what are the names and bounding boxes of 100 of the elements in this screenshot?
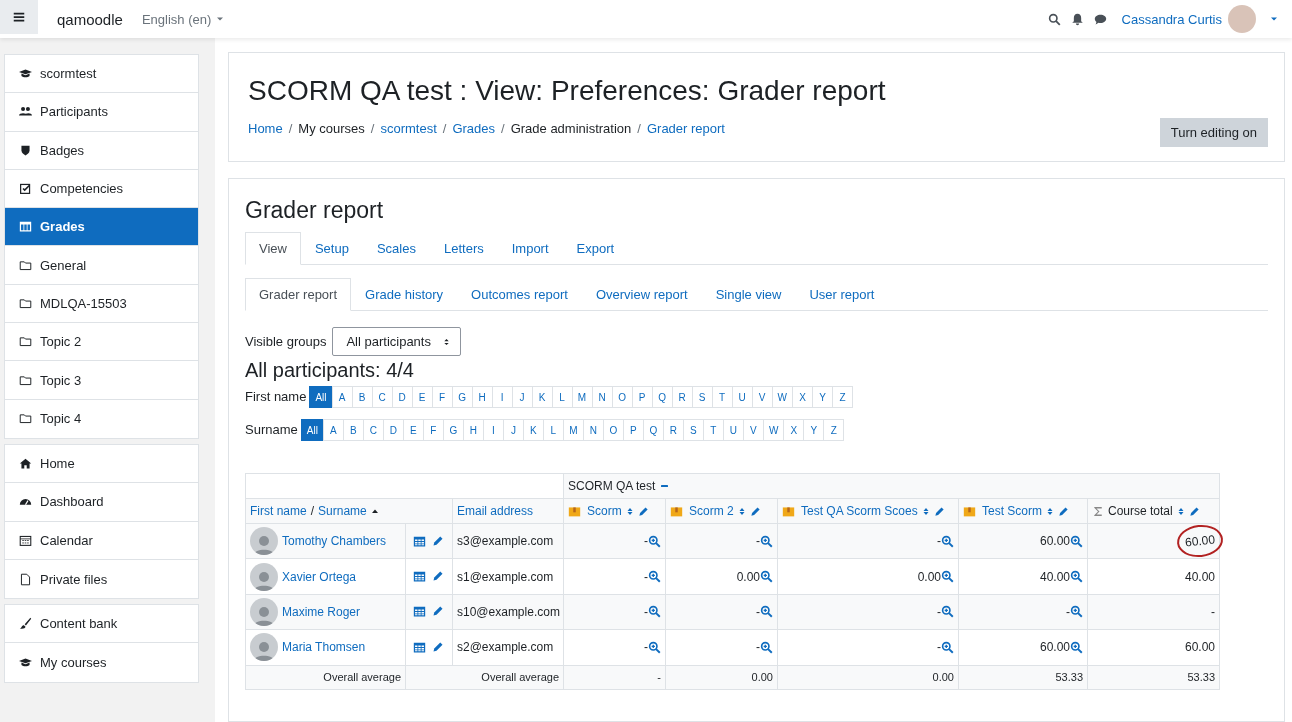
chat-icon[interactable] [1093, 12, 1107, 26]
initial-link[interactable]: Q [651, 386, 673, 408]
initial-link[interactable]: T [702, 419, 724, 441]
tab[interactable]: Grade history [351, 278, 458, 311]
zoom-in-icon[interactable] [941, 605, 954, 619]
tab[interactable]: Letters [429, 232, 498, 265]
initial-link[interactable]: X [792, 386, 813, 408]
menu-button[interactable] [0, 0, 38, 34]
initial-link[interactable]: S [691, 386, 713, 408]
zoom-in-icon[interactable] [1070, 640, 1083, 654]
zoom-in-icon[interactable] [648, 570, 661, 584]
sidebar-item[interactable]: Participants [5, 93, 198, 132]
initial-link[interactable]: Y [812, 386, 833, 408]
tab[interactable]: Outcomes report [457, 278, 582, 311]
initial-link[interactable]: C [362, 419, 384, 441]
pencil-icon[interactable] [432, 605, 444, 618]
initial-link[interactable]: P [631, 386, 653, 408]
turn-editing-on-button[interactable]: Turn editing on [1159, 118, 1268, 147]
initial-link[interactable]: K [522, 419, 544, 441]
initial-link[interactable]: F [431, 386, 453, 408]
tab[interactable]: Single view [701, 278, 796, 311]
initial-link[interactable]: F [422, 419, 444, 441]
initial-link[interactable]: U [731, 386, 753, 408]
zoom-in-icon[interactable] [760, 640, 773, 654]
initial-link[interactable]: X [783, 419, 805, 441]
initial-link[interactable]: Z [823, 419, 845, 441]
initial-link[interactable]: S [682, 419, 704, 441]
sort-link[interactable]: Surname [318, 504, 367, 518]
sidebar-item[interactable]: Badges [5, 131, 198, 170]
sidebar-item[interactable]: Home [5, 444, 198, 484]
table-icon[interactable] [413, 570, 426, 584]
sidebar-item[interactable]: Topic 3 [5, 361, 198, 400]
bell-icon[interactable] [1070, 12, 1084, 26]
pencil-icon[interactable] [933, 505, 945, 517]
pencil-icon[interactable] [432, 640, 444, 653]
user-name-link[interactable]: Xavier Ortega [282, 569, 357, 584]
zoom-in-icon[interactable] [648, 605, 661, 619]
initial-link[interactable]: D [382, 419, 404, 441]
sidebar-item[interactable]: Topic 2 [5, 323, 198, 362]
pencil-icon[interactable] [432, 570, 444, 583]
zoom-in-icon[interactable] [760, 534, 773, 548]
tab[interactable]: Overview report [581, 278, 702, 311]
initial-link[interactable]: O [611, 386, 633, 408]
tab[interactable]: View [245, 232, 301, 265]
initial-link[interactable]: R [662, 419, 684, 441]
caret-icon[interactable] [1270, 15, 1278, 23]
initial-link[interactable]: R [671, 386, 693, 408]
initial-link[interactable]: W [762, 419, 785, 441]
initial-link[interactable]: B [342, 419, 364, 441]
zoom-in-icon[interactable] [1070, 605, 1083, 619]
initial-link[interactable]: U [722, 419, 744, 441]
zoom-in-icon[interactable] [941, 534, 954, 548]
sidebar-item[interactable]: scormtest [5, 55, 198, 94]
breadcrumb-link[interactable]: Grades [452, 121, 495, 136]
initial-link[interactable]: H [471, 386, 493, 408]
tab[interactable]: Grader report [245, 278, 352, 311]
zoom-in-icon[interactable] [760, 605, 773, 619]
zoom-in-icon[interactable] [941, 640, 954, 654]
initial-link[interactable]: M [571, 386, 593, 408]
zoom-in-icon[interactable] [1070, 570, 1083, 584]
sidebar-item[interactable]: Content bank [5, 605, 198, 644]
breadcrumb-link[interactable]: Grader report [646, 121, 725, 136]
column-header-link[interactable]: Scorm [587, 504, 622, 518]
initial-link[interactable]: A [322, 419, 344, 441]
sidebar-item[interactable]: MDLQA-15503 [5, 284, 198, 324]
zoom-in-icon[interactable] [648, 534, 661, 548]
groups-select[interactable]: All participants [332, 327, 461, 356]
initial-link[interactable]: T [711, 386, 733, 408]
table-icon[interactable] [413, 605, 426, 619]
sidebar-item[interactable]: Topic 4 [5, 399, 198, 438]
pencil-icon[interactable] [637, 505, 649, 517]
initial-link[interactable]: Q [642, 419, 664, 441]
tab[interactable]: Import [497, 232, 563, 265]
collapse-icon[interactable] [659, 482, 671, 490]
initial-link[interactable]: A [331, 386, 353, 408]
initial-link[interactable]: G [442, 419, 464, 441]
pencil-icon[interactable] [1058, 505, 1069, 517]
sidebar-item[interactable]: Calendar [5, 521, 198, 560]
initial-link[interactable]: N [591, 386, 613, 408]
tab[interactable]: Scales [362, 232, 430, 265]
initial-link[interactable]: N [582, 419, 604, 441]
initial-link[interactable]: H [462, 419, 484, 441]
initial-link[interactable]: I [482, 419, 504, 441]
zoom-in-icon[interactable] [941, 570, 954, 584]
language-menu[interactable]: English (en) [141, 11, 225, 27]
sort-link[interactable]: First name [250, 504, 307, 518]
initial-link[interactable]: E [402, 419, 424, 441]
zoom-in-icon[interactable] [648, 640, 661, 654]
initial-link[interactable]: L [542, 419, 564, 441]
breadcrumb-link[interactable]: Home [248, 121, 283, 136]
sidebar-item[interactable]: General [5, 246, 198, 285]
breadcrumb-link[interactable]: scormtest [380, 121, 437, 136]
initial-link[interactable]: J [502, 419, 524, 441]
sidebar-item[interactable]: Dashboard [5, 483, 198, 522]
site-name[interactable]: qamoodle [57, 10, 123, 28]
tab[interactable]: Setup [300, 232, 363, 265]
initial-link[interactable]: C [371, 386, 393, 408]
sidebar-item[interactable]: My courses [5, 643, 198, 682]
tab[interactable]: Export [562, 232, 629, 265]
table-icon[interactable] [413, 534, 426, 548]
